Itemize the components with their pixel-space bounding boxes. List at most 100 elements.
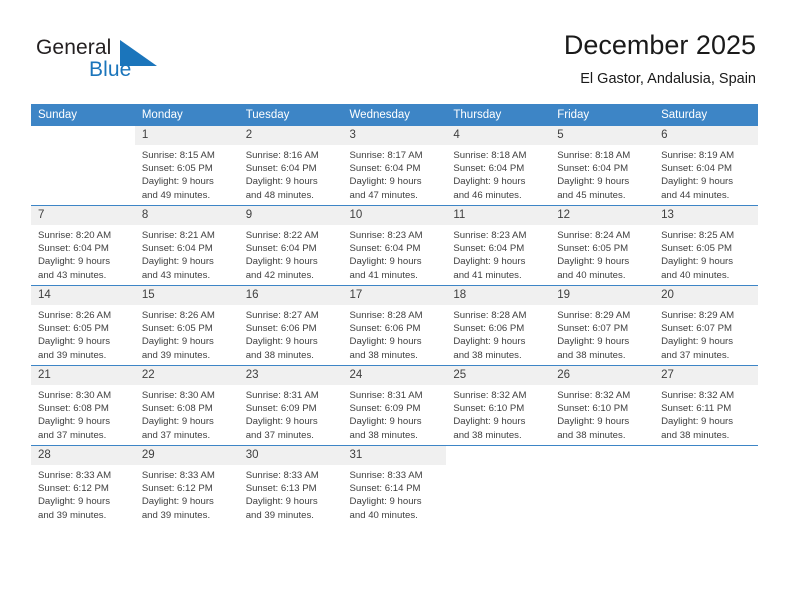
weekday-header-tuesday: Tuesday: [238, 104, 343, 126]
daylight-1-line: Daylight: 9 hours: [245, 176, 318, 188]
day-cell[interactable]: 19 Sunrise: 8:29 AM Sunset: 6:07 PM Dayligh…: [550, 285, 655, 366]
day-cell[interactable]: 6 Sunrise: 8:19 AM Sunset: 6:04 PM Daylight…: [654, 126, 758, 206]
weekday-header-sunday: Sunday: [31, 104, 135, 126]
daylight-2-line: and 39 minutes.: [38, 349, 107, 361]
day-sun-info: Sunrise: 8:18 AM Sunset: 6:04 PM Daylight:…: [446, 145, 550, 202]
sunset-line: Sunset: 6:09 PM: [245, 403, 317, 415]
sunrise-line: Sunrise: 8:32 AM: [661, 390, 735, 401]
day-number: 18: [446, 286, 551, 305]
masthead: General Blue December 2025 El Gastor, An…: [0, 0, 792, 104]
day-cell[interactable]: 16 Sunrise: 8:27 AM Sunset: 6:06 PM Dayligh…: [238, 285, 343, 366]
day-cell[interactable]: 25 Sunrise: 8:32 AM Sunset: 6:10 PM Dayligh…: [446, 365, 551, 446]
day-cell[interactable]: 1 Sunrise: 8:15 AM Sunset: 6:05 PM Daylight…: [134, 126, 239, 206]
day-sun-info: Sunrise: 8:18 AM Sunset: 6:04 PM Daylight:…: [550, 145, 654, 202]
sunset-line: Sunset: 6:06 PM: [349, 323, 421, 335]
sunrise-line: Sunrise: 8:29 AM: [661, 310, 735, 321]
day-cell[interactable]: 31 Sunrise: 8:33 AM Sunset: 6:14 PM Dayligh…: [342, 445, 447, 525]
day-sun-info: Sunrise: 8:19 AM Sunset: 6:04 PM Daylight:…: [654, 145, 758, 202]
day-sun-info: Sunrise: 8:31 AM Sunset: 6:09 PM Daylight:…: [239, 385, 343, 442]
sunset-line: Sunset: 6:06 PM: [245, 323, 317, 335]
daylight-1-line: Daylight: 9 hours: [38, 336, 110, 348]
sunrise-line: Sunrise: 8:23 AM: [453, 230, 527, 241]
sunset-line: Sunset: 6:11 PM: [661, 403, 732, 415]
general-blue-logo[interactable]: General Blue: [36, 36, 166, 90]
daylight-2-line: and 42 minutes.: [245, 269, 314, 281]
day-number: 30: [238, 446, 343, 465]
day-number: 29: [134, 446, 239, 465]
daylight-1-line: Daylight: 9 hours: [245, 416, 318, 428]
day-sun-info: Sunrise: 8:28 AM Sunset: 6:06 PM Daylight:…: [446, 305, 550, 362]
day-cell[interactable]: 29 Sunrise: 8:33 AM Sunset: 6:12 PM Dayligh…: [134, 445, 239, 525]
day-number: 8: [134, 206, 239, 225]
day-cell[interactable]: 3 Sunrise: 8:17 AM Sunset: 6:04 PM Daylight…: [342, 126, 447, 206]
day-cell[interactable]: 7 Sunrise: 8:20 AM Sunset: 6:04 PM Daylight…: [31, 205, 135, 286]
sunset-line: Sunset: 6:04 PM: [349, 243, 421, 255]
daylight-2-line: and 37 minutes.: [245, 429, 314, 441]
day-cell[interactable]: 21 Sunrise: 8:30 AM Sunset: 6:08 PM Dayligh…: [31, 365, 135, 446]
daylight-1-line: Daylight: 9 hours: [38, 496, 110, 508]
day-number: 3: [342, 126, 447, 145]
sunset-line: Sunset: 6:07 PM: [557, 323, 629, 335]
day-cell[interactable]: 20 Sunrise: 8:29 AM Sunset: 6:07 PM Dayligh…: [654, 285, 758, 366]
day-sun-info: Sunrise: 8:20 AM Sunset: 6:04 PM Daylight:…: [31, 225, 135, 282]
daylight-2-line: and 38 minutes.: [661, 429, 730, 441]
sunrise-line: Sunrise: 8:33 AM: [38, 470, 112, 481]
day-cell[interactable]: 22 Sunrise: 8:30 AM Sunset: 6:08 PM Dayligh…: [134, 365, 239, 446]
daylight-2-line: and 44 minutes.: [661, 189, 730, 201]
daylight-2-line: and 40 minutes.: [661, 269, 730, 281]
day-cell[interactable]: 27 Sunrise: 8:32 AM Sunset: 6:11 PM Dayligh…: [654, 365, 758, 446]
day-cell[interactable]: 26 Sunrise: 8:32 AM Sunset: 6:10 PM Dayligh…: [550, 365, 655, 446]
day-cell[interactable]: 18 Sunrise: 8:28 AM Sunset: 6:06 PM Dayligh…: [446, 285, 551, 366]
day-cell[interactable]: 24 Sunrise: 8:31 AM Sunset: 6:09 PM Dayligh…: [342, 365, 447, 446]
sunset-line: Sunset: 6:08 PM: [141, 403, 213, 415]
day-number: 19: [550, 286, 655, 305]
day-sun-info: Sunrise: 8:16 AM Sunset: 6:04 PM Daylight:…: [239, 145, 343, 202]
daylight-1-line: Daylight: 9 hours: [349, 176, 422, 188]
day-number: 21: [31, 366, 135, 385]
sunrise-line: Sunrise: 8:31 AM: [245, 390, 319, 401]
day-number: 17: [342, 286, 447, 305]
day-number: 11: [446, 206, 551, 225]
day-number: 23: [238, 366, 343, 385]
sunset-line: Sunset: 6:08 PM: [38, 403, 109, 415]
daylight-2-line: and 38 minutes.: [557, 429, 626, 441]
day-sun-info: Sunrise: 8:17 AM Sunset: 6:04 PM Daylight:…: [343, 145, 447, 202]
sunset-line: Sunset: 6:10 PM: [453, 403, 525, 415]
day-cell[interactable]: 14 Sunrise: 8:26 AM Sunset: 6:05 PM Dayligh…: [31, 285, 135, 366]
sunset-line: Sunset: 6:13 PM: [245, 483, 317, 495]
day-sun-info: Sunrise: 8:33 AM Sunset: 6:12 PM Daylight:…: [135, 465, 239, 522]
day-cell[interactable]: 13 Sunrise: 8:25 AM Sunset: 6:05 PM Dayligh…: [654, 205, 758, 286]
day-cell[interactable]: 10 Sunrise: 8:23 AM Sunset: 6:04 PM Dayligh…: [342, 205, 447, 286]
day-sun-info: Sunrise: 8:31 AM Sunset: 6:09 PM Daylight:…: [343, 385, 447, 442]
day-cell[interactable]: 30 Sunrise: 8:33 AM Sunset: 6:13 PM Dayligh…: [238, 445, 343, 525]
day-sun-info: Sunrise: 8:26 AM Sunset: 6:05 PM Daylight:…: [135, 305, 239, 362]
daylight-2-line: and 38 minutes.: [453, 429, 522, 441]
day-sun-info: Sunrise: 8:27 AM Sunset: 6:06 PM Daylight:…: [239, 305, 343, 362]
daylight-1-line: Daylight: 9 hours: [453, 256, 526, 268]
sunset-line: Sunset: 6:14 PM: [349, 483, 421, 495]
day-number: 22: [134, 366, 239, 385]
sunrise-line: Sunrise: 8:33 AM: [349, 470, 423, 481]
day-cell[interactable]: 28 Sunrise: 8:33 AM Sunset: 6:12 PM Dayligh…: [31, 445, 135, 525]
day-cell[interactable]: 11 Sunrise: 8:23 AM Sunset: 6:04 PM Dayligh…: [446, 205, 551, 286]
daylight-2-line: and 43 minutes.: [141, 269, 211, 281]
day-sun-info: Sunrise: 8:30 AM Sunset: 6:08 PM Daylight:…: [135, 385, 239, 442]
sunrise-line: Sunrise: 8:19 AM: [661, 150, 735, 161]
day-cell[interactable]: 2 Sunrise: 8:16 AM Sunset: 6:04 PM Daylight…: [238, 126, 343, 206]
day-cell[interactable]: 9 Sunrise: 8:22 AM Sunset: 6:04 PM Daylight…: [238, 205, 343, 286]
day-cell[interactable]: 12 Sunrise: 8:24 AM Sunset: 6:05 PM Dayligh…: [550, 205, 655, 286]
sunrise-line: Sunrise: 8:31 AM: [349, 390, 423, 401]
day-cell[interactable]: 4 Sunrise: 8:18 AM Sunset: 6:04 PM Daylight…: [446, 126, 551, 206]
weekday-header-saturday: Saturday: [654, 104, 758, 126]
day-cell[interactable]: 8 Sunrise: 8:21 AM Sunset: 6:04 PM Daylight…: [134, 205, 239, 286]
day-cell[interactable]: 5 Sunrise: 8:18 AM Sunset: 6:04 PM Daylight…: [550, 126, 655, 206]
daylight-1-line: Daylight: 9 hours: [453, 416, 526, 428]
day-cell[interactable]: 23 Sunrise: 8:31 AM Sunset: 6:09 PM Dayligh…: [238, 365, 343, 446]
daylight-2-line: and 45 minutes.: [557, 189, 626, 201]
day-cell[interactable]: 17 Sunrise: 8:28 AM Sunset: 6:06 PM Dayligh…: [342, 285, 447, 366]
day-sun-info: Sunrise: 8:29 AM Sunset: 6:07 PM Daylight:…: [654, 305, 758, 362]
day-number: 31: [342, 446, 447, 465]
daylight-1-line: Daylight: 9 hours: [349, 336, 422, 348]
daylight-1-line: Daylight: 9 hours: [141, 416, 214, 428]
day-cell[interactable]: 15 Sunrise: 8:26 AM Sunset: 6:05 PM Dayligh…: [134, 285, 239, 366]
